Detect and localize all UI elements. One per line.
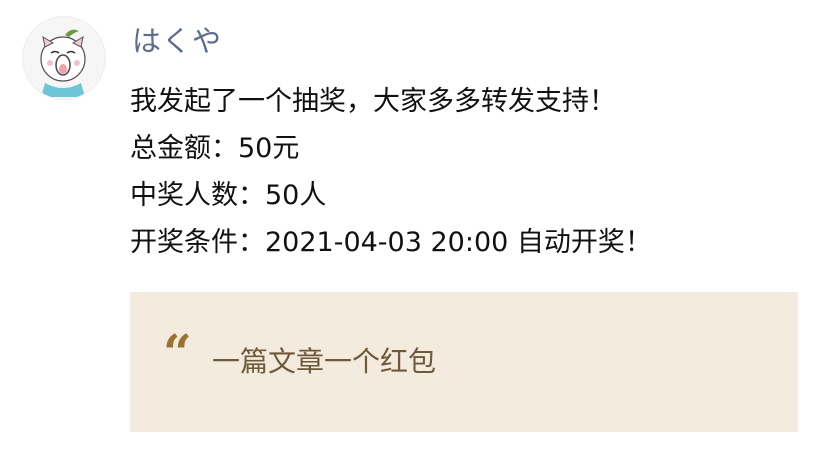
post-line-condition: 开奖条件：2021-04-03 20:00 自动开奖！	[130, 227, 652, 258]
cat-avatar-icon	[40, 29, 86, 97]
quote-icon: “	[163, 323, 192, 382]
quoted-article-card[interactable]: “ 一篇文章一个红包	[130, 292, 798, 432]
post-line: 我发起了一个抽奖，大家多多转发支持！	[130, 86, 616, 117]
post-line-winners: 中奖人数：50人	[130, 180, 327, 211]
card-title: 一篇文章一个红包	[212, 345, 437, 378]
post-body: 我发起了一个抽奖，大家多多转发支持！ 总金额：50元 中奖人数：50人 开奖条件…	[130, 78, 652, 266]
author-name[interactable]: はくや	[132, 18, 222, 60]
post-line-amount: 总金额：50元	[130, 133, 300, 164]
avatar[interactable]	[22, 16, 106, 100]
